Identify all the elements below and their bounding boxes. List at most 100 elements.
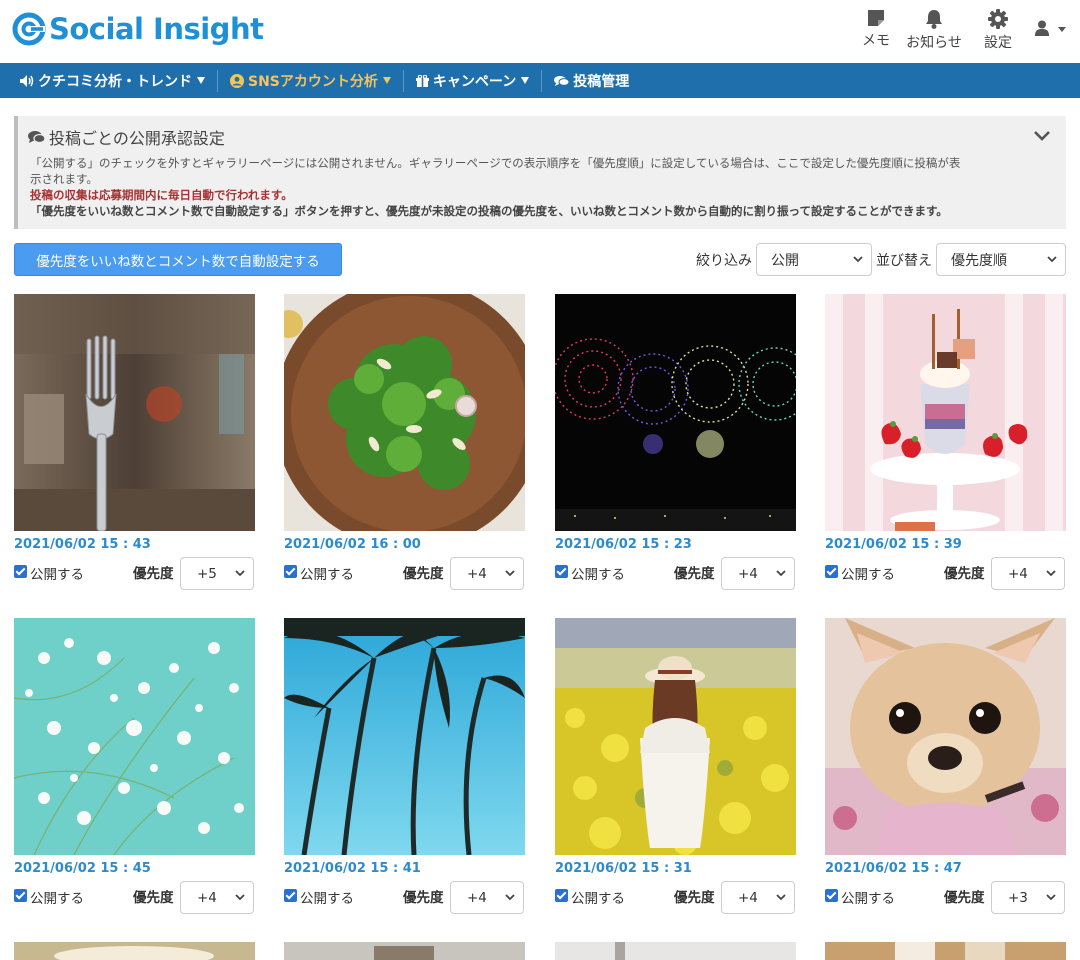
publish-checkbox[interactable] (825, 889, 838, 902)
publish-checkbox[interactable] (284, 565, 297, 578)
priority-label: 優先度 (403, 890, 444, 906)
priority-select[interactable]: +4 (180, 881, 254, 914)
filter-label: 絞り込み (696, 253, 752, 269)
chevron-down-icon (1058, 26, 1066, 32)
publish-label: 公開する (300, 891, 354, 907)
post-thumbnail-chihuahua[interactable] (825, 618, 1066, 855)
nav-item-campaign[interactable]: キャンペーン (415, 63, 541, 98)
post-thumbnail-rapeseed-field[interactable] (555, 618, 796, 855)
chevron-down-icon (776, 894, 786, 901)
priority-label: 優先度 (944, 566, 985, 582)
publish-checkbox[interactable] (555, 565, 568, 578)
post-thumbnail-flowers[interactable] (14, 618, 255, 855)
settings-button[interactable]: 設定 (978, 8, 1018, 52)
sort-select[interactable]: 優先度順 (936, 243, 1066, 276)
priority-value: +4 (738, 889, 758, 906)
post-date: 2021/06/02 15 : 41 (284, 861, 421, 876)
info-panel: 投稿ごとの公開承認設定 「公開する」のチェックを外すとギャラリーページには公開さ… (14, 116, 1066, 229)
post-thumbnail-parfait[interactable] (825, 294, 1066, 531)
notice-button[interactable]: お知らせ (900, 8, 968, 52)
publish-label: 公開する (841, 891, 895, 907)
publish-label: 公開する (571, 891, 625, 907)
auto-priority-button[interactable]: 優先度をいいね数とコメント数で自動設定する (14, 243, 342, 276)
post-thumbnail-partial[interactable] (825, 942, 1066, 960)
comments-icon (554, 75, 570, 87)
priority-select[interactable]: +4 (450, 557, 524, 590)
info-description-line: 示されます。 (30, 172, 98, 186)
priority-label: 優先度 (944, 890, 985, 906)
nav-label: SNSアカウント分析 (248, 73, 378, 90)
post-thumbnail-fireworks[interactable] (555, 294, 796, 531)
publish-label: 公開する (30, 891, 84, 907)
post-controls: 公開する 優先度 +4 (825, 557, 1066, 591)
user-icon (1034, 20, 1049, 36)
publish-checkbox[interactable] (14, 565, 27, 578)
chevron-down-icon (776, 570, 786, 577)
publish-checkbox[interactable] (284, 889, 297, 902)
post-thumbnail-partial[interactable] (14, 942, 255, 960)
post-thumbnail-fork[interactable] (14, 294, 255, 531)
bell-icon (926, 10, 942, 29)
collapse-button[interactable] (1034, 126, 1050, 145)
post-controls: 公開する 優先度 +5 (14, 557, 255, 591)
priority-value: +5 (197, 565, 217, 582)
post-controls: 公開する 優先度 +4 (284, 557, 525, 591)
priority-label: 優先度 (133, 566, 174, 582)
nav-divider (541, 69, 543, 92)
chevron-down-icon (1034, 131, 1050, 141)
post-thumbnail-partial[interactable] (555, 942, 796, 960)
nav-item-post-management[interactable]: 投稿管理 (554, 63, 641, 98)
gear-icon (988, 9, 1008, 29)
post-card: 2021/06/02 15 : 31 公開する 優先度 +4 (555, 618, 796, 915)
nav-item-sns-account[interactable]: SNSアカウント分析 (230, 63, 403, 98)
priority-select[interactable]: +4 (991, 557, 1065, 590)
chevron-down-icon (235, 570, 245, 577)
memo-label: メモ (862, 33, 890, 49)
publish-checkbox[interactable] (825, 565, 838, 578)
post-thumbnail-partial[interactable] (284, 942, 525, 960)
post-controls: 公開する 優先度 +4 (14, 881, 255, 915)
publish-label: 公開する (841, 567, 895, 583)
post-date: 2021/06/02 15 : 45 (14, 861, 151, 876)
priority-select[interactable]: +4 (721, 881, 795, 914)
priority-value: +4 (467, 565, 487, 582)
post-date: 2021/06/02 16 : 00 (284, 537, 421, 552)
priority-value: +4 (1008, 565, 1028, 582)
nav-label: 投稿管理 (573, 73, 630, 90)
post-controls: 公開する 優先度 +3 (825, 881, 1066, 915)
priority-label: 優先度 (674, 566, 715, 582)
priority-select[interactable]: +4 (450, 881, 524, 914)
filter-select[interactable]: 公開 (756, 243, 872, 276)
priority-select[interactable]: +3 (991, 881, 1065, 914)
post-date: 2021/06/02 15 : 23 (555, 537, 692, 552)
priority-label: 優先度 (133, 890, 174, 906)
post-card: 2021/06/02 15 : 47 公開する 優先度 +3 (825, 618, 1066, 915)
priority-value: +4 (197, 889, 217, 906)
post-thumbnail-palms[interactable] (284, 618, 525, 855)
memo-button[interactable]: メモ (856, 8, 896, 50)
post-thumbnail-salad[interactable] (284, 294, 525, 531)
nav-label: クチコミ分析・トレンド (38, 73, 192, 90)
publish-label: 公開する (30, 567, 84, 583)
nav-item-buzz-analysis[interactable]: クチコミ分析・トレンド (20, 63, 217, 98)
gift-icon (415, 74, 429, 87)
chevron-down-icon (1046, 570, 1056, 577)
priority-select[interactable]: +5 (180, 557, 254, 590)
post-card: 2021/06/02 15 : 45 公開する 優先度 +4 (14, 618, 255, 915)
publish-checkbox[interactable] (14, 889, 27, 902)
priority-value: +4 (467, 889, 487, 906)
priority-select[interactable]: +4 (721, 557, 795, 590)
post-card: 2021/06/02 15 : 43 公開する 優先度 +5 (14, 294, 255, 591)
sort-select-value: 優先度順 (951, 252, 1007, 269)
priority-value: +3 (1008, 889, 1028, 906)
app-logo[interactable]: Social Insight (12, 11, 264, 47)
logo-mark-icon (12, 12, 46, 46)
post-card: 2021/06/02 15 : 39 公開する 優先度 +4 (825, 294, 1066, 591)
caret-down-icon (521, 77, 530, 84)
publish-checkbox[interactable] (555, 889, 568, 902)
post-controls: 公開する 優先度 +4 (555, 881, 796, 915)
post-card: 2021/06/02 15 : 23 公開する 優先度 +4 (555, 294, 796, 591)
nav-divider (402, 69, 404, 92)
user-menu-button[interactable] (1030, 20, 1066, 38)
post-date: 2021/06/02 15 : 39 (825, 537, 962, 552)
